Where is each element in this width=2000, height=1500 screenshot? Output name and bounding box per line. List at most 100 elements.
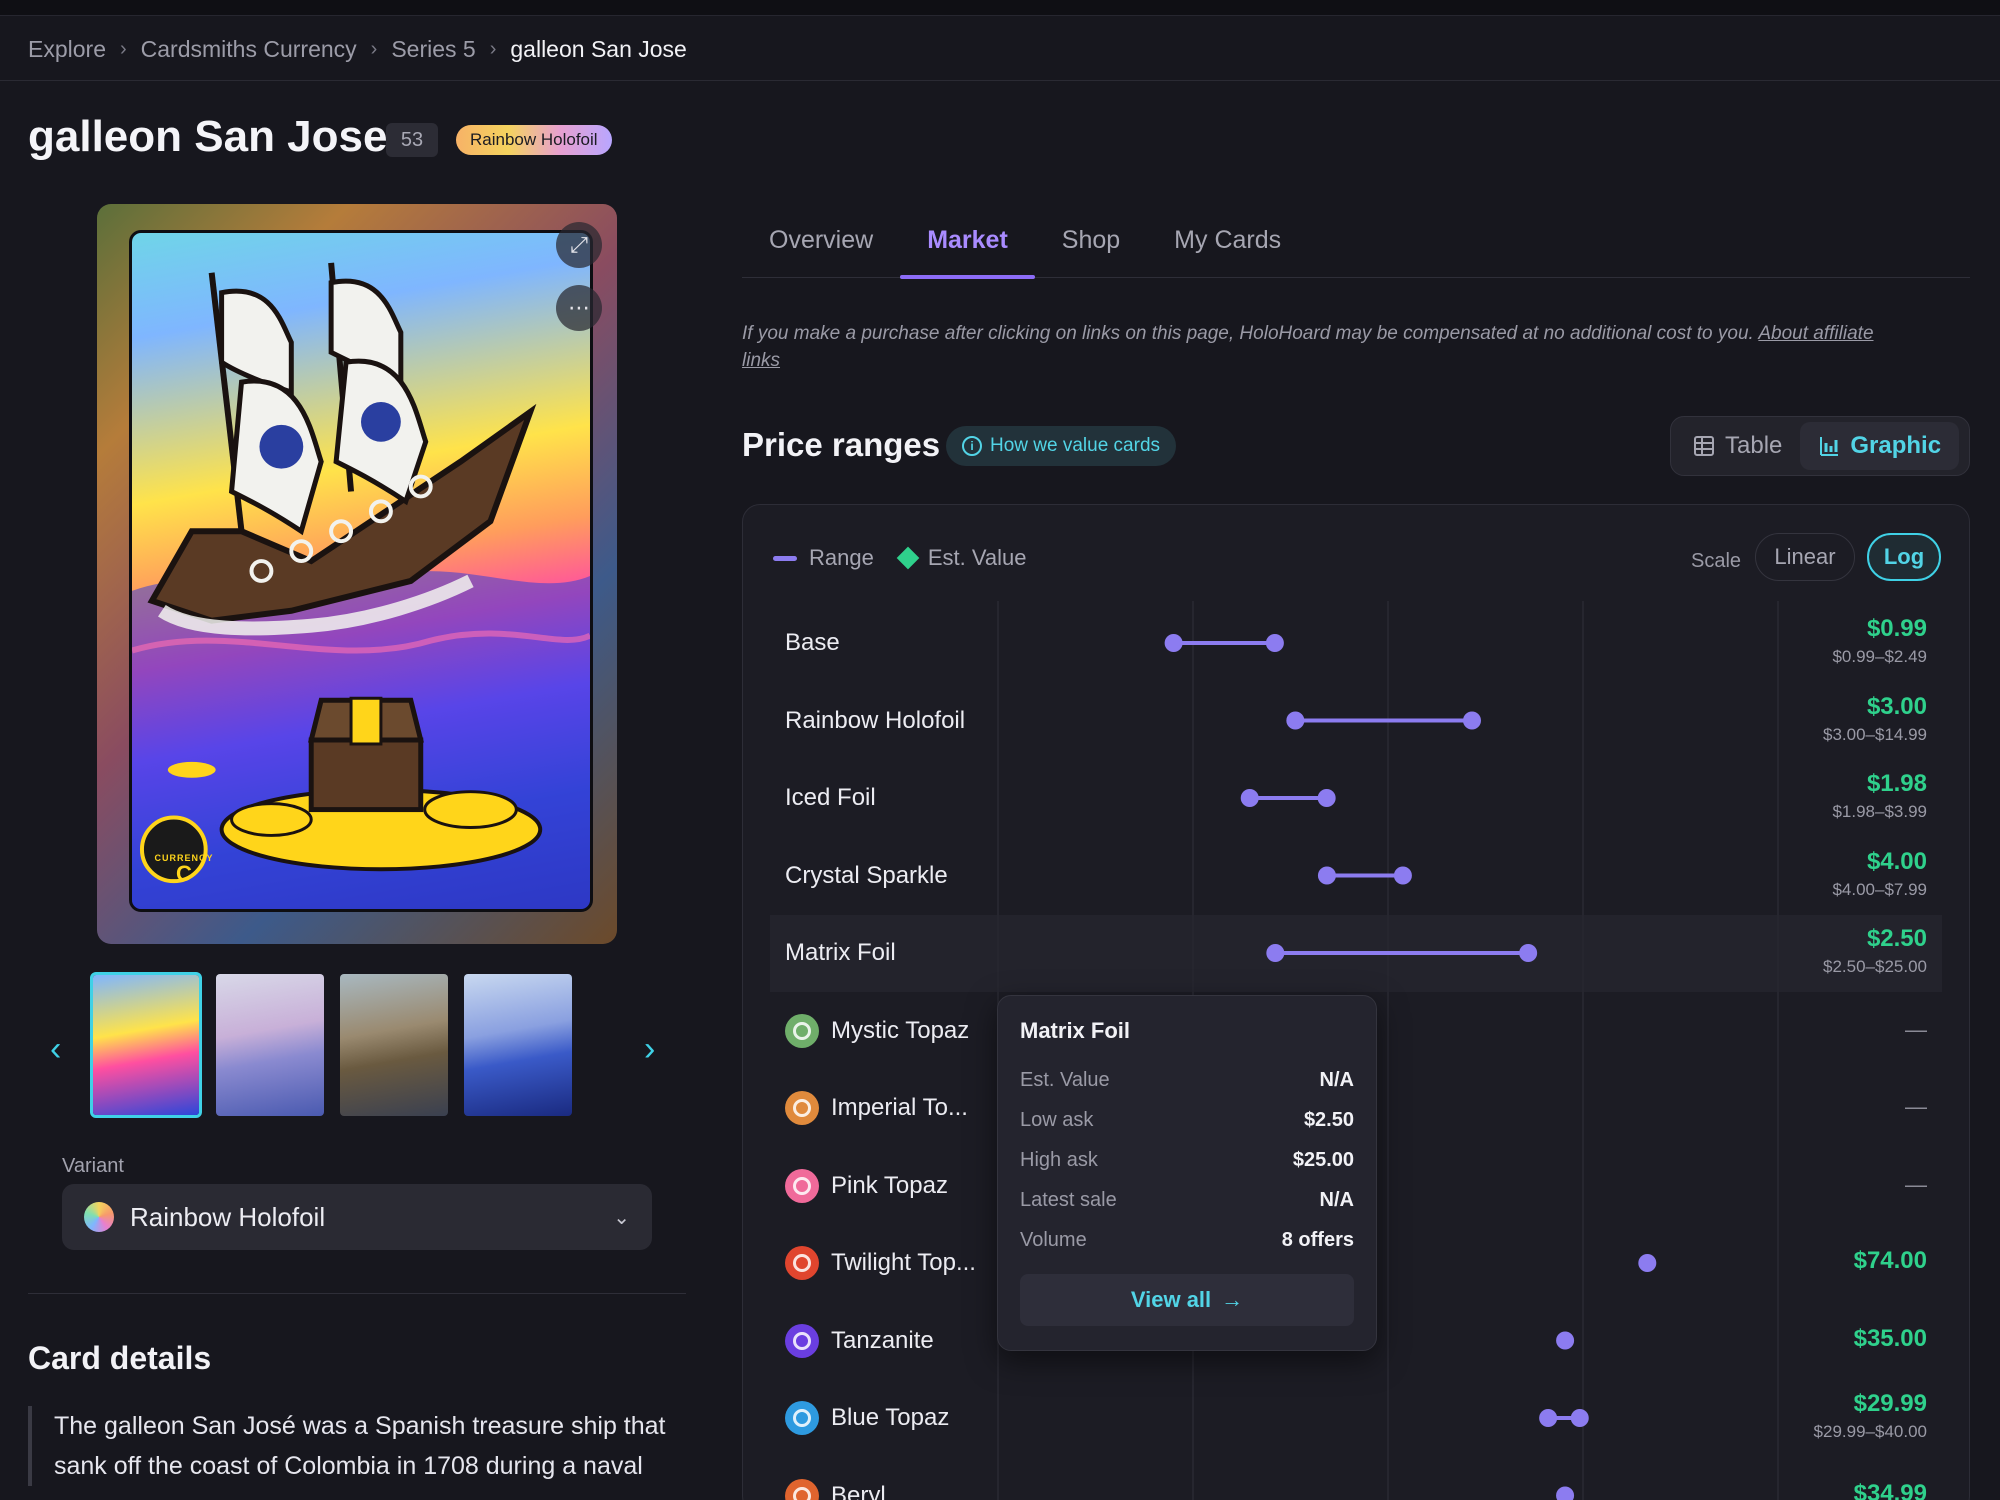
row-name: Blue Topaz (831, 1404, 950, 1431)
card-details-body: The galleon San José was a Spanish treas… (28, 1406, 688, 1486)
est-value: $0.99 (1866, 615, 1927, 642)
page-title: galleon San Jose (28, 112, 388, 161)
mystic-topaz-icon (785, 1013, 819, 1048)
table-view-button[interactable]: Table (1675, 422, 1800, 470)
row-price: $0.99 $0.99–$2.49 (1832, 615, 1927, 667)
arrow-right-icon: → (1221, 1287, 1244, 1312)
tooltip-row: Est. Value N/A (1020, 1068, 1354, 1091)
row-price: $35.00 (1854, 1325, 1927, 1353)
more-options-icon[interactable]: ⋯ (556, 285, 602, 331)
row-price: $74.00 (1854, 1247, 1927, 1275)
row-price: — (1905, 1172, 1927, 1198)
row-label: Blue Topaz (785, 1398, 949, 1438)
legend-range: Range (809, 545, 874, 570)
thumbnail-next-icon[interactable]: › (644, 1030, 655, 1069)
card-number-badge: 53 (386, 123, 438, 157)
header-divider (0, 80, 2000, 81)
row-label: Beryl (785, 1476, 886, 1500)
table-icon (1694, 436, 1714, 456)
thumbnail-rainbow-holofoil[interactable] (90, 972, 202, 1118)
chart-legend: Range Est. Value (773, 545, 1027, 571)
galleon-illustration (132, 262, 590, 909)
tab-shop[interactable]: Shop (1035, 210, 1147, 278)
thumbnail-variant-4[interactable] (462, 972, 574, 1118)
row-name: Beryl (831, 1481, 886, 1500)
info-icon: i (962, 436, 982, 456)
row-price: $2.50 $2.50–$25.00 (1823, 925, 1927, 977)
row-label: Twilight Top... (785, 1243, 976, 1283)
chevron-down-icon: ⌄ (613, 1206, 630, 1229)
variant-select[interactable]: Rainbow Holofoil ⌄ (62, 1184, 652, 1250)
est-value: $74.00 (1853, 1247, 1927, 1274)
no-price: — (1905, 1094, 1927, 1119)
est-value: $1.98 (1866, 770, 1927, 797)
breadcrumb-item-explore[interactable]: Explore (28, 36, 106, 63)
card-details-title: Card details (28, 1340, 212, 1376)
breadcrumb-current: galleon San Jose (510, 35, 687, 62)
est-value: $34.99 (1853, 1479, 1927, 1500)
row-name: Iced Foil (785, 784, 876, 811)
chevron-right-icon: › (370, 37, 378, 60)
row-label: Tanzanite (785, 1321, 934, 1361)
view-all-button[interactable]: View all → (1020, 1274, 1354, 1326)
left-divider (28, 1293, 686, 1294)
price-ranges-title: Price ranges (742, 426, 941, 463)
est-value: $3.00 (1866, 692, 1927, 720)
row-price: $1.98 $1.98–$3.99 (1832, 770, 1927, 822)
tab-overview[interactable]: Overview (742, 210, 900, 278)
range-low-point (1556, 1486, 1575, 1500)
breadcrumb-item-series[interactable]: Series 5 (391, 36, 475, 63)
range-high-point (1462, 711, 1481, 730)
row-label: Imperial To... (785, 1088, 968, 1128)
chevron-right-icon: › (489, 37, 497, 60)
price-range: $4.00–$7.99 (1832, 879, 1927, 899)
tab-my-cards[interactable]: My Cards (1147, 210, 1308, 278)
pink-topaz-icon (785, 1168, 819, 1203)
row-label: Crystal Sparkle (785, 856, 948, 896)
range-low-point (1317, 866, 1336, 885)
row-price: $34.99 (1854, 1480, 1927, 1500)
range-high-point (1393, 866, 1412, 885)
blue-topaz-icon (785, 1401, 819, 1435)
bar-chart-icon (1820, 437, 1839, 456)
row-label: Iced Foil (785, 778, 876, 818)
row-name: Imperial To... (831, 1094, 968, 1121)
est-value: $29.99 (1853, 1390, 1927, 1417)
row-label: Rainbow Holofoil (785, 701, 965, 741)
currency-seal: CURRENCY C (154, 853, 214, 886)
rainbow-swatch-icon (84, 1202, 114, 1232)
expand-icon[interactable]: ⤢ (556, 222, 602, 268)
thumbnail-prev-icon[interactable]: ‹ (50, 1030, 61, 1069)
range-low-point (1556, 1331, 1575, 1350)
range-low-point (1240, 789, 1259, 807)
range-high-point (1317, 789, 1336, 807)
range-low-point (1638, 1254, 1657, 1272)
breadcrumb-item-set[interactable]: Cardsmiths Currency (141, 36, 357, 63)
thumbnail-variant-2[interactable] (214, 972, 326, 1118)
tooltip-row: Volume 8 offers (1020, 1228, 1354, 1251)
variant-label: Variant (62, 1155, 124, 1177)
row-name: Rainbow Holofoil (785, 706, 966, 734)
tab-market[interactable]: Market (900, 210, 1035, 279)
scale-linear-button[interactable]: Linear (1755, 533, 1855, 581)
row-name: Base (785, 629, 840, 656)
tooltip-row: High ask $25.00 (1020, 1148, 1354, 1171)
how-we-value-button[interactable]: i How we value cards (946, 426, 1177, 466)
row-price: $4.00 $4.00–$7.99 (1832, 848, 1927, 900)
thumbnail-strip (90, 972, 574, 1118)
affiliate-link-cont[interactable]: links (742, 350, 780, 371)
scale-log-button[interactable]: Log (1867, 533, 1941, 581)
card-image[interactable]: CURRENCY C (97, 204, 617, 944)
thumbnail-variant-3[interactable] (338, 972, 450, 1118)
row-name: Mystic Topaz (831, 1016, 970, 1044)
no-price: — (1905, 1171, 1927, 1197)
price-range: $29.99–$40.00 (1813, 1422, 1927, 1441)
row-label: Base (785, 623, 840, 663)
graphic-view-button[interactable]: Graphic (1800, 422, 1960, 470)
row-name: Pink Topaz (831, 1171, 948, 1199)
view-toggle: Table Graphic (1670, 416, 1970, 476)
affiliate-link[interactable]: About affiliate (1758, 323, 1873, 344)
price-range: $3.00–$14.99 (1823, 724, 1927, 744)
row-name: Crystal Sparkle (785, 861, 948, 889)
range-low-point (1164, 634, 1183, 652)
